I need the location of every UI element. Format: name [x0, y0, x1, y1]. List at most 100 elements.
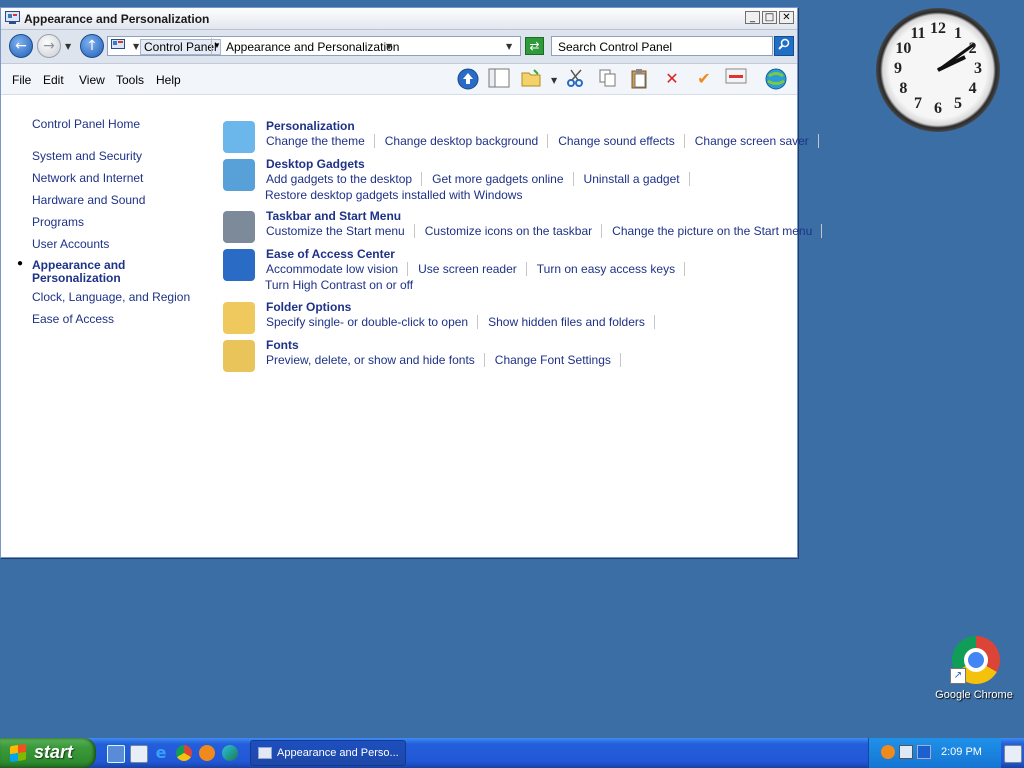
system-tray: 2:09 PM: [868, 738, 1001, 768]
maximize-button[interactable]: □: [762, 11, 777, 24]
gadgets-icon[interactable]: [223, 159, 255, 191]
menu-tools[interactable]: Tools: [116, 73, 144, 87]
internet-explorer-icon[interactable]: e: [153, 745, 169, 761]
network-globe-icon[interactable]: [764, 68, 788, 90]
category-title[interactable]: Personalization: [266, 119, 355, 133]
category-title[interactable]: Desktop Gadgets: [266, 157, 365, 171]
title-bar[interactable]: Appearance and Personalization _ □ ✕: [1, 8, 797, 30]
up-folder-icon[interactable]: [456, 68, 480, 90]
sidebar-item-clock-language-region[interactable]: Clock, Language, and Region: [32, 290, 190, 304]
category-link[interactable]: Get more gadgets online: [431, 172, 574, 186]
category-link[interactable]: Change Font Settings: [494, 353, 621, 367]
search-quicklaunch-icon[interactable]: [199, 745, 215, 761]
address-history-dropdown-icon[interactable]: ▼: [506, 42, 512, 51]
folders-pane-icon[interactable]: [487, 68, 511, 90]
sidebar-item-network-and-internet[interactable]: Network and Internet: [32, 171, 143, 185]
navigation-bar: ← → ▼ ↑ ▼ Control Panel ▼ Appearance and…: [1, 30, 797, 64]
taskbar: start e Appearance and Perso... 2:09 PM: [0, 738, 1024, 768]
sidebar-item-hardware-and-sound[interactable]: Hardware and Sound: [32, 193, 145, 207]
display-tray-icon[interactable]: [917, 745, 931, 759]
edge-quicklaunch-icon[interactable]: [222, 745, 238, 761]
sidebar-item-user-accounts[interactable]: User Accounts: [32, 237, 109, 251]
back-button[interactable]: ←: [9, 34, 33, 58]
category-link[interactable]: Change screen saver: [694, 134, 819, 148]
category-link[interactable]: Change the theme: [265, 134, 375, 148]
category-title[interactable]: Ease of Access Center: [266, 247, 395, 261]
category-link[interactable]: Turn High Contrast on or off: [265, 278, 413, 292]
fonts-icon[interactable]: [223, 340, 255, 372]
folder-view-icon[interactable]: [519, 68, 543, 90]
up-button[interactable]: ↑: [80, 34, 104, 58]
google-chrome-icon[interactable]: ↗: [950, 636, 1000, 684]
category-link[interactable]: Uninstall a gadget: [583, 172, 690, 186]
sidebar-item-control-panel-home[interactable]: Control Panel Home: [32, 117, 140, 131]
tray-overflow-icon[interactable]: [1004, 745, 1022, 763]
windows-logo-icon: [10, 743, 26, 763]
close-button[interactable]: ✕: [779, 11, 794, 24]
search-button[interactable]: [774, 36, 794, 56]
category-link[interactable]: Use screen reader: [417, 262, 527, 276]
minimize-button[interactable]: _: [745, 11, 760, 24]
category-link[interactable]: Change the picture on the Start menu: [611, 224, 823, 238]
undo-checkmark-icon[interactable]: ✔: [692, 68, 716, 90]
category-title[interactable]: Fonts: [266, 338, 299, 352]
ease-of-access-icon[interactable]: [223, 249, 255, 281]
network-tray-icon[interactable]: [899, 745, 913, 759]
category-link[interactable]: Preview, delete, or show and hide fonts: [265, 353, 485, 367]
properties-icon[interactable]: [724, 68, 748, 90]
breadcrumb-control-panel[interactable]: Control Panel: [140, 39, 221, 55]
address-bar[interactable]: ▼ Control Panel ▼ Appearance and Persona…: [107, 36, 521, 56]
menu-help[interactable]: Help: [156, 73, 181, 87]
category-link[interactable]: Restore desktop gadgets installed with W…: [265, 188, 522, 202]
category-link[interactable]: Specify single- or double-click to open: [265, 315, 479, 329]
breadcrumb-chevron-icon[interactable]: ▼: [211, 38, 222, 54]
clock-number: 9: [894, 60, 902, 77]
forward-button[interactable]: →: [37, 34, 61, 58]
copy-icon[interactable]: [596, 68, 620, 90]
personalization-icon[interactable]: [223, 121, 255, 153]
menu-edit[interactable]: Edit: [43, 73, 64, 87]
refresh-button[interactable]: ⇄: [525, 37, 544, 55]
menu-file[interactable]: File: [12, 73, 31, 87]
menu-view[interactable]: View: [79, 73, 105, 87]
show-desktop-icon[interactable]: [107, 745, 125, 763]
category-link[interactable]: Customize icons on the taskbar: [424, 224, 603, 238]
view-dropdown-icon[interactable]: ▼: [551, 76, 557, 85]
category-links: Customize the Start menu Customize icons …: [265, 224, 831, 238]
sidebar-item-programs[interactable]: Programs: [32, 215, 84, 229]
category-link[interactable]: Change sound effects: [557, 134, 685, 148]
category-link[interactable]: Change desktop background: [384, 134, 549, 148]
cut-icon[interactable]: [564, 68, 588, 90]
sidebar-item-appearance-and-personalization[interactable]: Appearance and Personalization: [32, 259, 142, 285]
breadcrumb-child-dropdown-icon[interactable]: ▼: [386, 42, 392, 51]
breadcrumb-appearance[interactable]: Appearance and Personalization: [226, 40, 399, 54]
delete-icon[interactable]: ✕: [660, 68, 684, 90]
paste-icon[interactable]: [628, 68, 652, 90]
taskbar-icon[interactable]: [223, 211, 255, 243]
category-link[interactable]: Turn on easy access keys: [536, 262, 686, 276]
sidebar-item-system-and-security[interactable]: System and Security: [32, 149, 142, 163]
chrome-quicklaunch-icon[interactable]: [176, 745, 192, 761]
clock-gadget[interactable]: 12 1 2 3 4 5 6 7 8 9 10 11: [876, 8, 1000, 132]
taskbar-window-button[interactable]: Appearance and Perso...: [250, 740, 406, 766]
start-button[interactable]: start: [0, 738, 96, 768]
category-title[interactable]: Taskbar and Start Menu: [266, 209, 401, 223]
taskbar-clock[interactable]: 2:09 PM: [941, 746, 982, 758]
sidebar: Control Panel Home System and Security N…: [1, 95, 211, 557]
history-dropdown-icon[interactable]: ▼: [65, 42, 71, 51]
category-link[interactable]: Show hidden files and folders: [487, 315, 655, 329]
category-link[interactable]: Accommodate low vision: [265, 262, 409, 276]
clock-number: 6: [934, 100, 942, 117]
category-links: Accommodate low vision Use screen reader T…: [265, 262, 694, 276]
category-title[interactable]: Folder Options: [266, 300, 351, 314]
address-dropdown-icon[interactable]: ▼: [133, 42, 139, 51]
category-link[interactable]: Add gadgets to the desktop: [265, 172, 423, 186]
search-tray-icon[interactable]: [881, 745, 895, 759]
google-chrome-label[interactable]: Google Chrome: [930, 689, 1018, 701]
sidebar-item-ease-of-access[interactable]: Ease of Access: [32, 312, 114, 326]
search-input[interactable]: Search Control Panel: [551, 36, 773, 56]
folder-options-icon[interactable]: [223, 302, 255, 334]
explorer-quicklaunch-icon[interactable]: [130, 745, 148, 763]
category-links-second-row: Turn High Contrast on or off: [265, 278, 413, 292]
category-link[interactable]: Customize the Start menu: [265, 224, 415, 238]
